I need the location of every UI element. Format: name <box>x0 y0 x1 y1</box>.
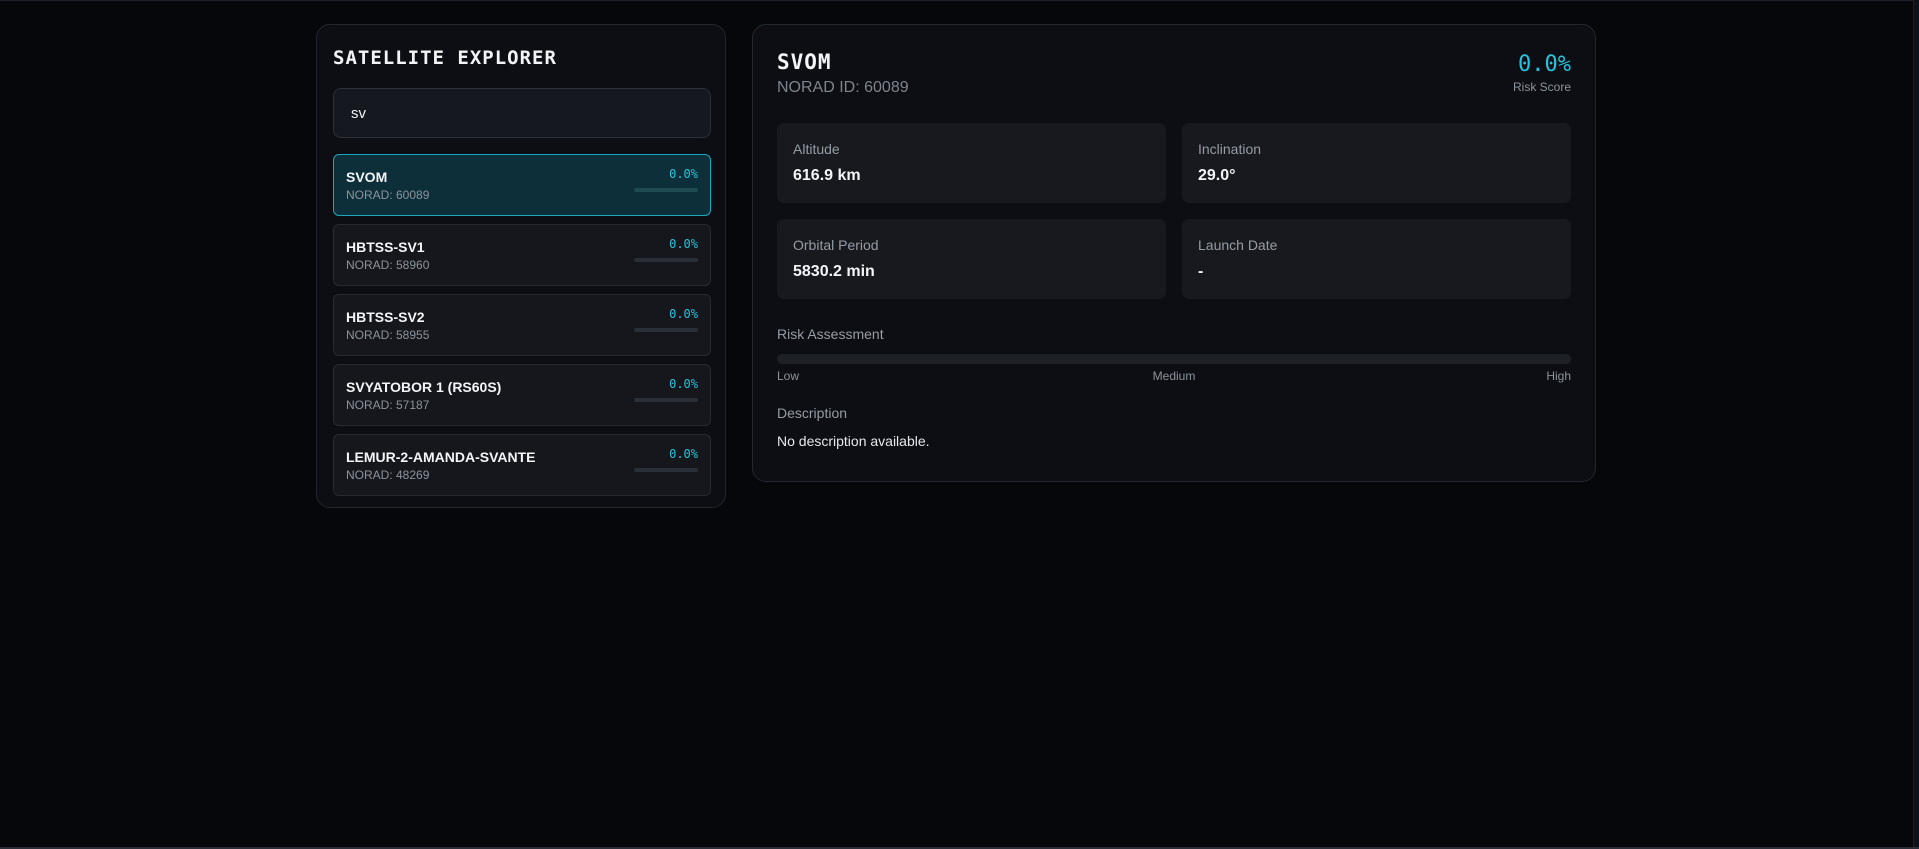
satellite-list-item[interactable]: SVOM NORAD: 60089 0.0% <box>333 154 711 216</box>
satellite-risk-bar <box>634 468 698 472</box>
satellite-name: SVYATOBOR 1 (RS60S) <box>346 379 502 395</box>
detail-satellite-name: SVOM <box>777 50 832 74</box>
satellite-name: HBTSS-SV2 <box>346 309 425 325</box>
stat-card-altitude: Altitude 616.9 km <box>777 123 1166 203</box>
risk-scale-high: High <box>1546 369 1571 383</box>
description-text: No description available. <box>777 433 930 449</box>
stats-grid: Altitude 616.9 km Inclination 29.0° Orbi… <box>777 123 1571 299</box>
window-top-border <box>0 0 1919 1</box>
risk-assessment-title: Risk Assessment <box>777 326 884 342</box>
satellite-list-item[interactable]: LEMUR-2-AMANDA-SVANTE NORAD: 48269 0.0% <box>333 434 711 496</box>
stat-label: Orbital Period <box>793 237 879 253</box>
risk-scale-low: Low <box>777 369 800 383</box>
stat-card-inclination: Inclination 29.0° <box>1182 123 1571 203</box>
stat-value: 5830.2 min <box>793 263 875 280</box>
explorer-title: SATELLITE EXPLORER <box>333 47 557 69</box>
satellite-risk-bar <box>634 328 698 332</box>
stat-value: 29.0° <box>1198 167 1236 184</box>
description-title: Description <box>777 405 848 421</box>
app-stage: SATELLITE EXPLORER SVOM NORAD: 60089 0.0… <box>0 0 1919 849</box>
satellite-risk-value: 0.0% <box>669 447 698 461</box>
satellite-explorer-panel: SATELLITE EXPLORER SVOM NORAD: 60089 0.0… <box>316 24 726 508</box>
satellite-list-item[interactable]: HBTSS-SV2 NORAD: 58955 0.0% <box>333 294 711 356</box>
satellite-name: HBTSS-SV1 <box>346 239 425 255</box>
detail-norad-id: NORAD ID: 60089 <box>777 79 909 96</box>
stat-label: Launch Date <box>1198 237 1278 253</box>
satellite-list-item[interactable]: HBTSS-SV1 NORAD: 58960 0.0% <box>333 224 711 286</box>
satellite-risk-value: 0.0% <box>669 167 698 181</box>
risk-score-value: 0.0% <box>1518 52 1571 77</box>
satellite-risk-value: 0.0% <box>669 237 698 251</box>
risk-assessment-bar <box>777 354 1571 364</box>
satellite-list: SVOM NORAD: 60089 0.0% HBTSS-SV1 NORAD: … <box>333 154 711 496</box>
satellite-details-panel: SVOM NORAD ID: 60089 0.0% Risk Score Alt… <box>752 24 1596 482</box>
window-right-edge <box>1913 0 1919 849</box>
risk-score: 0.0% Risk Score <box>1513 51 1571 95</box>
stat-value: 616.9 km <box>793 167 861 184</box>
search-input[interactable] <box>333 88 711 138</box>
satellite-name: LEMUR-2-AMANDA-SVANTE <box>346 449 536 465</box>
risk-scale: Low Medium High <box>777 368 1571 384</box>
stat-label: Altitude <box>793 141 840 157</box>
satellite-risk-bar <box>634 258 698 262</box>
risk-scale-medium: Medium <box>1152 369 1196 383</box>
satellite-risk-bar <box>634 398 698 402</box>
satellite-name: SVOM <box>346 169 388 185</box>
satellite-list-item[interactable]: SVYATOBOR 1 (RS60S) NORAD: 57187 0.0% <box>333 364 711 426</box>
stat-value: - <box>1198 263 1204 280</box>
stat-card-launch-date: Launch Date - <box>1182 219 1571 299</box>
satellite-risk-bar <box>634 188 698 192</box>
satellite-risk-value: 0.0% <box>669 307 698 321</box>
stat-label: Inclination <box>1198 141 1262 157</box>
risk-score-label: Risk Score <box>1512 80 1571 94</box>
satellite-risk-value: 0.0% <box>669 377 698 391</box>
stat-card-orbital-period: Orbital Period 5830.2 min <box>777 219 1166 299</box>
